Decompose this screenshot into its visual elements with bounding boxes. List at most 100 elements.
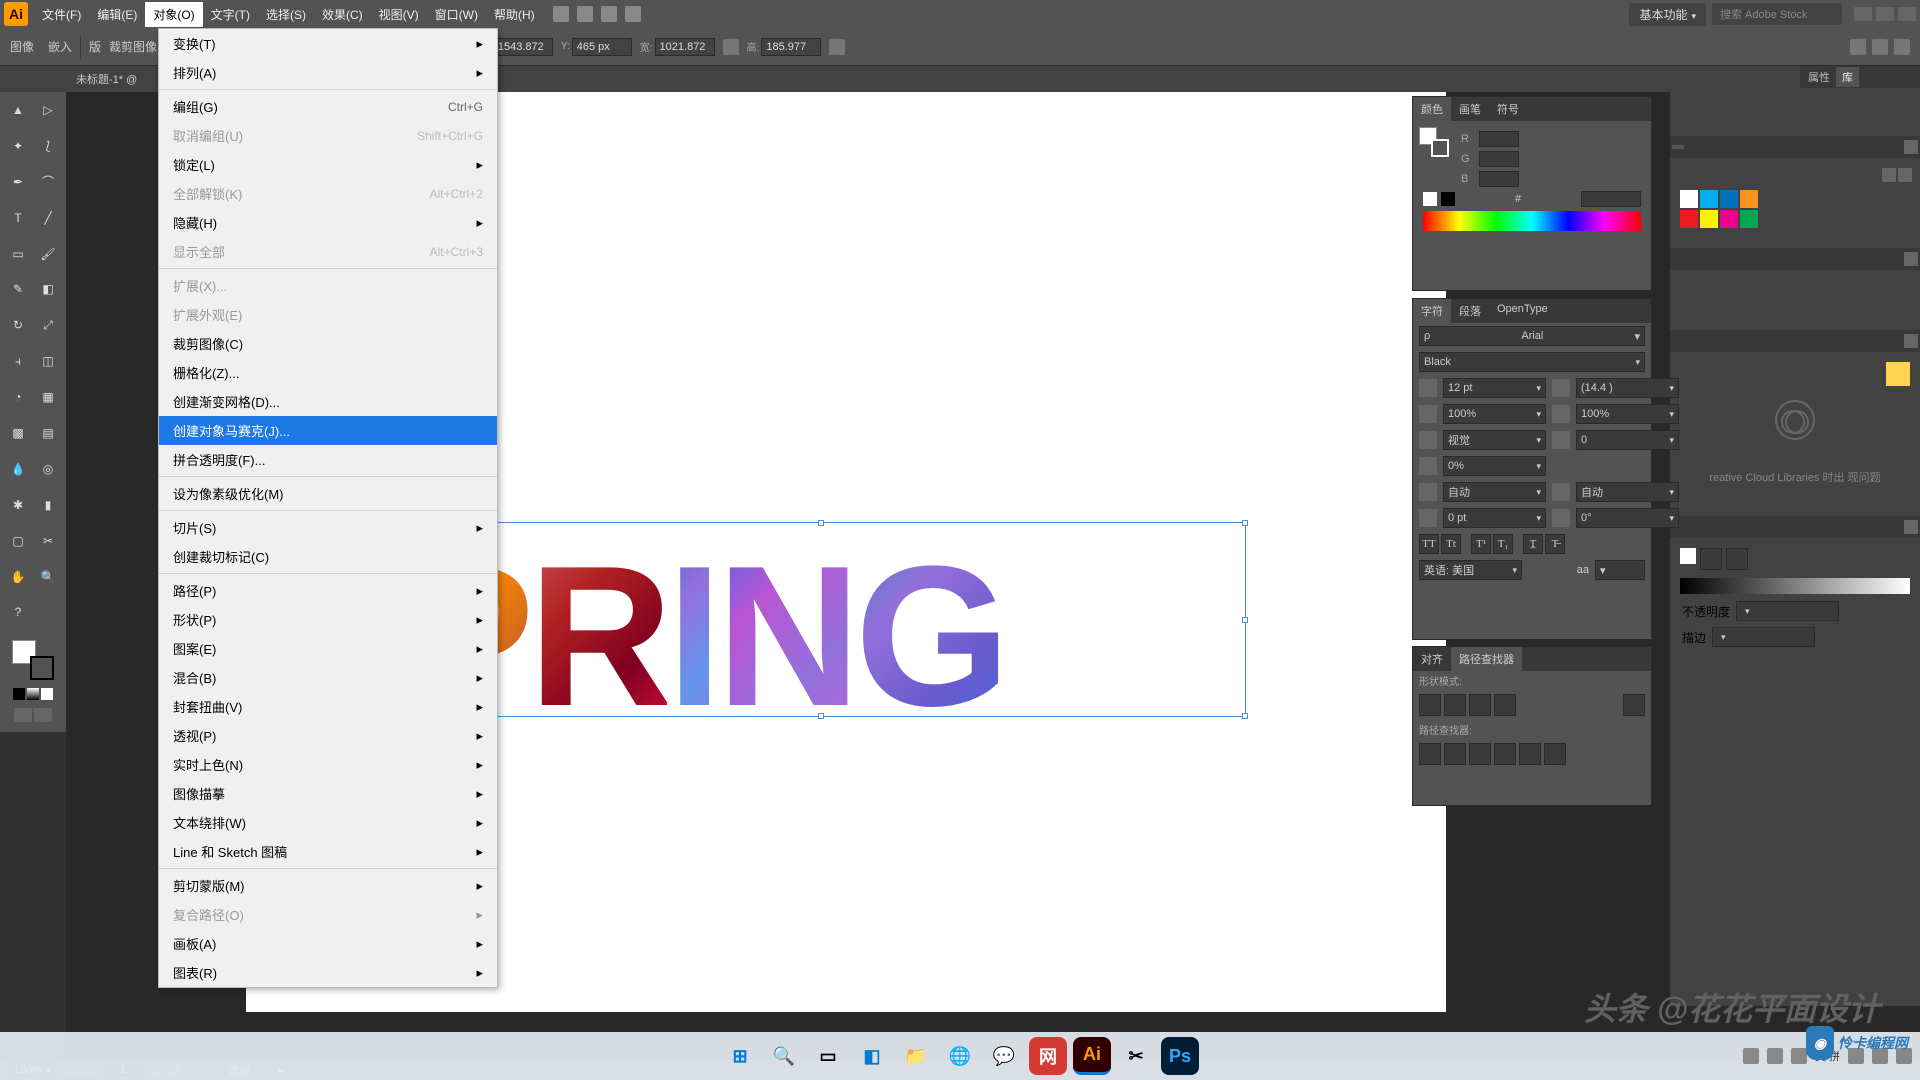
transform-icon[interactable]	[829, 39, 845, 55]
library-asset-icon[interactable]	[1886, 362, 1910, 386]
menu-item[interactable]: Line 和 Sketch 图稿	[159, 837, 497, 866]
subscript-icon[interactable]: T₁	[1493, 534, 1513, 554]
h-input[interactable]: 185.977	[761, 38, 821, 56]
aa-input[interactable]: ▾	[1595, 560, 1645, 580]
close-icon[interactable]	[1904, 520, 1918, 534]
menu-item[interactable]: 排列(A)	[159, 58, 497, 87]
artboard-tool-icon[interactable]: ▢	[4, 527, 32, 555]
swatch[interactable]	[1700, 190, 1718, 208]
crop-button[interactable]: 裁剪图像	[109, 38, 157, 55]
black-swatch[interactable]	[1441, 192, 1455, 206]
baseline-input[interactable]: 0%	[1443, 456, 1546, 476]
tray-chevron-icon[interactable]	[1743, 1048, 1759, 1064]
full-mode-icon[interactable]	[34, 708, 52, 722]
paintbrush-tool-icon[interactable]: 🖌	[34, 240, 62, 268]
graph-tool-icon[interactable]: ▮	[34, 491, 62, 519]
outline-icon[interactable]	[1519, 743, 1541, 765]
expand-icon[interactable]	[1623, 694, 1645, 716]
tab-properties[interactable]: 属性	[1802, 67, 1836, 87]
menu-item[interactable]: 裁剪图像(C)	[159, 329, 497, 358]
w-input[interactable]: 1021.872	[655, 38, 715, 56]
minimize-button[interactable]	[1854, 7, 1872, 21]
pen-tool-icon[interactable]: ✒	[4, 168, 32, 196]
color-sw[interactable]	[13, 688, 25, 700]
tab-libraries[interactable]: 库	[1836, 67, 1859, 87]
close-icon[interactable]	[1904, 334, 1918, 348]
shape-builder-tool-icon[interactable]: ◔	[4, 383, 32, 411]
swatch[interactable]	[1720, 210, 1738, 228]
blend-tool-icon[interactable]: ◎	[34, 455, 62, 483]
menu-item[interactable]: 文本绕排(W)	[159, 808, 497, 837]
tab-pathfinder[interactable]: 路径查找器	[1451, 647, 1522, 671]
panel-menu-icon[interactable]	[1894, 39, 1910, 55]
swatch[interactable]	[1680, 210, 1698, 228]
y-input[interactable]: 465 px	[572, 38, 632, 56]
minus-back-icon[interactable]	[1544, 743, 1566, 765]
menu-item[interactable]: 隐藏(H)	[159, 208, 497, 237]
auto1-input[interactable]: 自动	[1443, 482, 1546, 502]
lasso-tool-icon[interactable]: ⟅	[34, 132, 62, 160]
workspace-dropdown[interactable]: 基本功能	[1629, 3, 1706, 26]
fill-stroke-swatch[interactable]	[4, 640, 62, 680]
bridge-icon[interactable]	[553, 6, 569, 22]
tab-character[interactable]: 字符	[1413, 299, 1451, 323]
tab-symbols[interactable]: 符号	[1489, 97, 1527, 121]
swatch[interactable]	[1740, 190, 1758, 208]
menu-effect[interactable]: 效果(C)	[314, 2, 371, 27]
menu-item[interactable]: 剪切蒙版(M)	[159, 871, 497, 900]
selection-tool-icon[interactable]: ▲	[4, 96, 32, 124]
white-swatch[interactable]	[1423, 192, 1437, 206]
menu-item[interactable]: 图案(E)	[159, 634, 497, 663]
exclude-icon[interactable]	[1494, 694, 1516, 716]
menu-item[interactable]: 形状(P)	[159, 605, 497, 634]
menu-item[interactable]: 设为像素级优化(M)	[159, 479, 497, 508]
grad-opacity-input[interactable]	[1736, 601, 1839, 621]
search-taskbar-icon[interactable]: 🔍	[765, 1037, 803, 1075]
swatch[interactable]	[1680, 190, 1698, 208]
tab-appearance[interactable]	[1672, 145, 1684, 149]
none-sw[interactable]	[41, 688, 53, 700]
help-icon[interactable]: ?	[4, 598, 32, 626]
menu-item[interactable]: 变换(T)	[159, 29, 497, 58]
taskview-icon[interactable]: ▭	[809, 1037, 847, 1075]
menu-item[interactable]: 创建裁切标记(C)	[159, 542, 497, 571]
divide-icon[interactable]	[1419, 743, 1441, 765]
menu-item[interactable]: 混合(B)	[159, 663, 497, 692]
close-button[interactable]	[1898, 7, 1916, 21]
unite-icon[interactable]	[1419, 694, 1441, 716]
smallcaps-icon[interactable]: Tt	[1441, 534, 1461, 554]
zoom-tool-icon[interactable]: 🔍	[34, 563, 62, 591]
leading-input[interactable]: (14.4 )	[1576, 378, 1679, 398]
swatch[interactable]	[1740, 210, 1758, 228]
direct-selection-tool-icon[interactable]: ▷	[34, 96, 62, 124]
menu-item[interactable]: 编组(G)Ctrl+G	[159, 92, 497, 121]
gradient-swatch-icon[interactable]	[1680, 548, 1696, 564]
superscript-icon[interactable]: T¹	[1471, 534, 1491, 554]
menu-item[interactable]: 图像描摹	[159, 779, 497, 808]
menu-item[interactable]: 封套扭曲(V)	[159, 692, 497, 721]
trim-icon[interactable]	[1444, 743, 1466, 765]
font-size-input[interactable]: 12 pt	[1443, 378, 1546, 398]
menu-item[interactable]: 栅格化(Z)...	[159, 358, 497, 387]
minus-front-icon[interactable]	[1444, 694, 1466, 716]
tab-opentype[interactable]: OpenType	[1489, 299, 1556, 323]
tray-ime-icon[interactable]	[1791, 1048, 1807, 1064]
kerning-input[interactable]: 视觉	[1443, 430, 1546, 450]
tab-paragraph[interactable]: 段落	[1451, 299, 1489, 323]
type-tool-icon[interactable]: T	[4, 204, 32, 232]
language-input[interactable]: 英语: 美国	[1419, 560, 1522, 580]
curvature-tool-icon[interactable]: ⌒	[34, 168, 62, 196]
color-spectrum[interactable]	[1423, 211, 1641, 231]
rectangle-tool-icon[interactable]: ▭	[4, 240, 32, 268]
font-weight-input[interactable]: Black	[1419, 352, 1645, 372]
explorer-icon[interactable]: 📁	[897, 1037, 935, 1075]
swatch[interactable]	[1700, 210, 1718, 228]
slice-tool-icon[interactable]: ✂	[34, 527, 62, 555]
netease-icon[interactable]: 网	[1029, 1037, 1067, 1075]
g-input[interactable]	[1479, 151, 1519, 167]
illustrator-taskbar-icon[interactable]: Ai	[1073, 1037, 1111, 1075]
menu-item[interactable]: 创建对象马赛克(J)...	[159, 416, 497, 445]
shaper-tool-icon[interactable]: ✎	[4, 275, 32, 303]
radial-grad-icon[interactable]	[1726, 548, 1748, 570]
rotate-tool-icon[interactable]: ↻	[4, 311, 32, 339]
